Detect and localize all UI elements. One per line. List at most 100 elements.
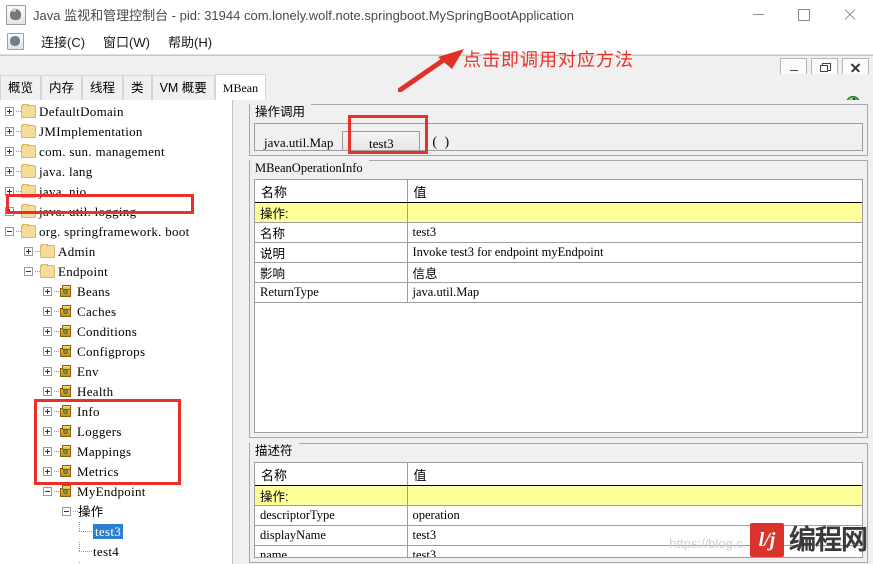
- table-row[interactable]: 影响 信息: [255, 262, 862, 283]
- collapse-icon[interactable]: [43, 487, 52, 496]
- tree-node[interactable]: Endpoint: [1, 262, 231, 282]
- tree-node[interactable]: Conditions: [1, 322, 231, 342]
- invoke-test3-button[interactable]: test3: [342, 130, 421, 150]
- expand-icon[interactable]: [43, 287, 52, 296]
- tree-node[interactable]: java. util. logging: [1, 202, 231, 222]
- tree-node[interactable]: com. sun. management: [1, 142, 231, 162]
- tree-node[interactable]: Loggers: [1, 422, 231, 442]
- tab-vm-summary[interactable]: VM 概要: [151, 75, 215, 100]
- watermark-url: https://blog.c: [669, 536, 743, 551]
- java-coffee-cup-icon: [7, 33, 24, 50]
- folder-icon: [21, 104, 36, 118]
- tree-node[interactable]: Admin: [1, 242, 231, 262]
- menu-item-window[interactable]: 窗口(W): [94, 30, 159, 53]
- window-minimize-button[interactable]: [735, 0, 781, 29]
- menu-item-connection[interactable]: 连接(C): [32, 30, 94, 53]
- expand-icon[interactable]: [5, 147, 14, 156]
- mbean-icon: [59, 305, 73, 319]
- tab-mbean[interactable]: MBean: [214, 74, 267, 100]
- tree-node[interactable]: Metrics: [1, 462, 231, 482]
- tree-node[interactable]: JMImplementation: [1, 122, 231, 142]
- tree-node[interactable]: Mappings: [1, 442, 231, 462]
- tab-overview[interactable]: 概览: [0, 75, 42, 100]
- collapse-icon[interactable]: [5, 227, 14, 236]
- tree-node[interactable]: Env: [1, 362, 231, 382]
- expand-icon[interactable]: [43, 367, 52, 376]
- tree-node-label: Caches: [77, 304, 117, 319]
- return-type-label: java.util.Map: [264, 135, 334, 150]
- tab-memory[interactable]: 内存: [41, 75, 83, 100]
- window-close-button[interactable]: [827, 0, 873, 29]
- tree-node[interactable]: java. nio: [1, 182, 231, 202]
- tab-threads[interactable]: 线程: [82, 75, 124, 100]
- table-row[interactable]: 说明 Invoke test3 for endpoint myEndpoint: [255, 242, 862, 263]
- row-value: 信息: [407, 262, 862, 283]
- tree-node-label: com. sun. management: [39, 144, 165, 159]
- table-section-row[interactable]: 操作:: [255, 202, 862, 223]
- collapse-icon[interactable]: [62, 507, 71, 516]
- java-coffee-cup-icon: [6, 4, 26, 25]
- expand-icon[interactable]: [24, 247, 33, 256]
- tree-node[interactable]: Caches: [1, 302, 231, 322]
- expand-icon[interactable]: [5, 187, 14, 196]
- tree-connector: [79, 551, 93, 552]
- tree-node[interactable]: Beans: [1, 282, 231, 302]
- tree-node[interactable]: 操作: [1, 502, 231, 522]
- table-section-row[interactable]: 操作:: [255, 485, 862, 506]
- tree-node[interactable]: test3: [1, 522, 231, 542]
- row-name: 说明: [255, 242, 408, 263]
- section-label: 操作:: [255, 202, 408, 223]
- folder-icon: [40, 264, 55, 278]
- tree-node-label: test4: [93, 544, 120, 559]
- mbean-icon: [59, 465, 73, 479]
- tree-node-label: Info: [77, 404, 100, 419]
- table-row[interactable]: ReturnType java.util.Map: [255, 282, 862, 303]
- mbean-icon: [59, 325, 73, 339]
- window-maximize-button[interactable]: [781, 0, 827, 29]
- tree-node-label: java. nio: [39, 184, 87, 199]
- menu-item-help[interactable]: 帮助(H): [159, 30, 221, 53]
- mbean-tree[interactable]: DefaultDomain JMImplementation com. sun. m…: [1, 100, 231, 564]
- expand-icon[interactable]: [5, 127, 14, 136]
- section-value: [407, 485, 862, 506]
- mbean-icon: [59, 405, 73, 419]
- table-header-row: 名称 值: [255, 180, 862, 203]
- tree-node[interactable]: java. lang: [1, 162, 231, 182]
- expand-icon[interactable]: [5, 107, 14, 116]
- tree-node[interactable]: org. springframework. boot: [1, 222, 231, 242]
- column-header-value: 值: [407, 180, 862, 203]
- mbean-icon: [59, 365, 73, 379]
- expand-icon[interactable]: [43, 307, 52, 316]
- expand-icon[interactable]: [43, 347, 52, 356]
- expand-icon[interactable]: [43, 327, 52, 336]
- tree-node-label: Endpoint: [58, 264, 109, 279]
- expand-icon[interactable]: [43, 447, 52, 456]
- row-value: Invoke test3 for endpoint myEndpoint: [407, 242, 862, 263]
- expand-icon[interactable]: [5, 207, 14, 216]
- tree-node-label: Mappings: [77, 444, 132, 459]
- tree-node[interactable]: Configprops: [1, 342, 231, 362]
- expand-icon[interactable]: [43, 387, 52, 396]
- annotation-text: 点击即调用对应方法: [463, 50, 634, 70]
- section-label: 操作:: [255, 485, 408, 506]
- tree-node[interactable]: MyEndpoint: [1, 482, 231, 502]
- expand-icon[interactable]: [5, 167, 14, 176]
- window-title: Java 监视和管理控制台 - pid: 31944 com.lonely.wo…: [33, 8, 574, 23]
- collapse-icon[interactable]: [24, 267, 33, 276]
- row-value: java.util.Map: [407, 282, 862, 303]
- tree-node[interactable]: Info: [1, 402, 231, 422]
- expand-icon[interactable]: [43, 427, 52, 436]
- tree-node[interactable]: Health: [1, 382, 231, 402]
- mbean-icon: [59, 285, 73, 299]
- mbean-icon: [59, 425, 73, 439]
- tree-node-label: MyEndpoint: [77, 484, 146, 499]
- table-row[interactable]: 名称 test3: [255, 222, 862, 243]
- row-name: displayName: [255, 525, 408, 546]
- expand-icon[interactable]: [43, 467, 52, 476]
- operation-info-table[interactable]: 名称 值 操作: 名称 test3 说明 Invoke test3 for endpoi…: [255, 180, 862, 303]
- tree-node-label: org. springframework. boot: [39, 224, 190, 239]
- tree-node[interactable]: DefaultDomain: [1, 102, 231, 122]
- tree-node[interactable]: test4: [1, 542, 231, 562]
- expand-icon[interactable]: [43, 407, 52, 416]
- tab-classes[interactable]: 类: [123, 75, 152, 100]
